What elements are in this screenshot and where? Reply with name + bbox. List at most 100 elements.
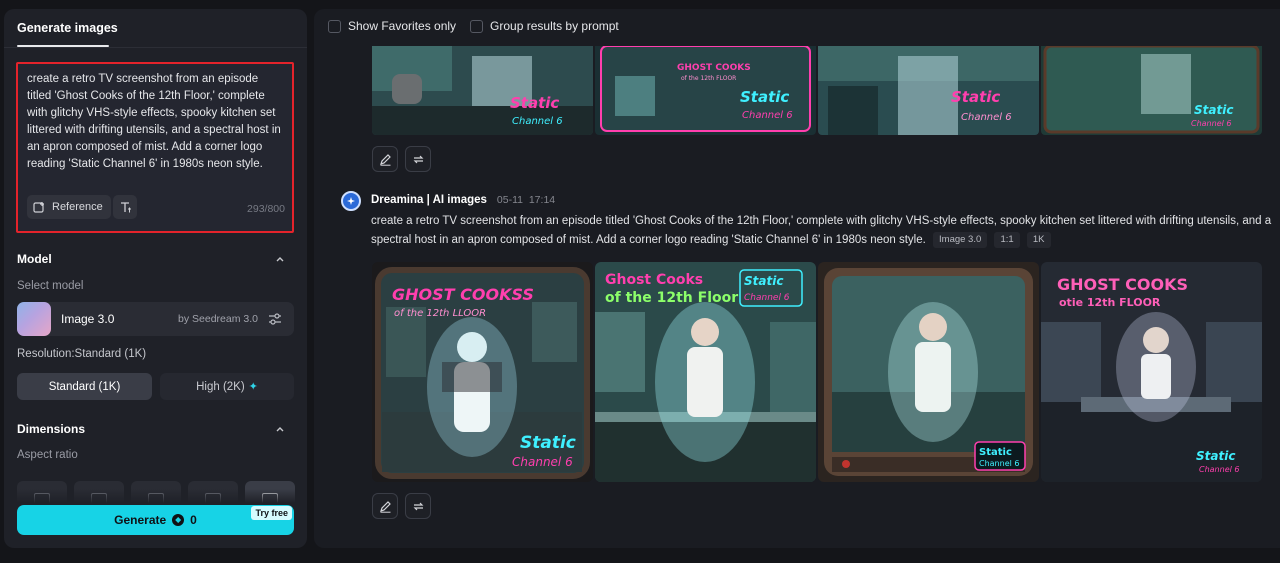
logo-channel-text: Channel 6 — [961, 112, 1012, 123]
entry-prompt: create a retro TV screenshot from an epi… — [371, 212, 1273, 249]
logo-channel-text: Channel 6 — [1191, 119, 1231, 128]
logo-channel-text: Channel 6 — [744, 293, 790, 303]
resolution-standard-button[interactable]: Standard (1K) — [17, 373, 152, 400]
generate-button[interactable]: Generate 0 Try free — [17, 505, 294, 535]
model-selector[interactable]: Image 3.0 by Seedream 3.0 — [17, 302, 294, 336]
previous-image-grid: Static Channel 6 GHOST COOKS of the 12th… — [372, 46, 1262, 135]
select-model-label: Select model — [17, 280, 84, 292]
credit-icon — [172, 514, 185, 526]
ratio-tag: 1:1 — [994, 231, 1020, 248]
chevron-up-icon[interactable] — [275, 424, 285, 434]
settings-sliders-icon[interactable] — [268, 312, 282, 326]
pencil-icon — [379, 153, 391, 166]
logo-channel-text: Channel 6 — [512, 116, 563, 127]
resolution-high-button[interactable]: High (2K) ✦ — [160, 373, 294, 400]
model-provider: by Seedream 3.0 — [178, 313, 258, 325]
logo-static-text: Static — [979, 447, 1012, 458]
model-section-title: Model — [17, 252, 52, 266]
subtitle-text: of the 12th Floor — [605, 290, 738, 306]
subtitle-text: of the 12th LLOOR — [394, 308, 486, 319]
subtitle-text: of the 12th FLOOR — [681, 75, 736, 82]
generated-image[interactable]: Static Channel 6 — [818, 262, 1039, 482]
regenerate-button[interactable] — [405, 146, 431, 172]
sparkle-icon: ✦ — [248, 381, 258, 393]
entry-date-value: 05-11 — [496, 194, 523, 206]
generate-panel: Generate images create a retro TV screen… — [4, 9, 307, 548]
kitchen-image: Static Channel 6 — [1041, 46, 1262, 135]
favorites-checkbox[interactable] — [328, 19, 341, 33]
logo-channel-text: Channel 6 — [512, 455, 573, 469]
edit-button[interactable] — [372, 146, 398, 172]
group-checkbox[interactable] — [470, 19, 484, 33]
logo-static-text: Static — [740, 88, 789, 106]
image-grid: GHOST COOKSS of the 12th LLOOR Static Ch… — [372, 262, 1262, 482]
logo-static-text: Static — [744, 274, 783, 288]
image-add-icon — [33, 201, 44, 213]
try-free-badge: Try free — [251, 506, 292, 520]
generated-image[interactable]: Static Channel 6 — [1041, 46, 1262, 135]
repeat-icon — [413, 155, 423, 163]
favorites-filter[interactable]: Show Favorites only — [328, 19, 456, 33]
kitchen-image: Static Channel 6 — [372, 46, 593, 135]
title-text: GHOST COOKSS — [392, 285, 534, 304]
resolution-tag: 1K — [1026, 231, 1051, 248]
repeat-icon — [413, 502, 423, 510]
logo-channel-text: Channel 6 — [742, 110, 793, 121]
title-text: GHOST COOKS — [677, 63, 751, 73]
generated-image[interactable]: GHOST COOKS otie 12th FLOOR Static Chann… — [1041, 262, 1262, 482]
prompt-text[interactable]: create a retro TV screenshot from an epi… — [27, 71, 285, 173]
logo-channel-text: Channel 6 — [1199, 465, 1239, 474]
subtitle-text: otie 12th FLOOR — [1059, 296, 1161, 309]
logo-static-text: Static — [520, 433, 576, 453]
credit-cost: 0 — [190, 513, 197, 527]
model-name: Image 3.0 — [61, 312, 115, 326]
tab-divider — [4, 47, 307, 48]
generated-image[interactable]: GHOST COOKSS of the 12th LLOOR Static Ch… — [372, 262, 593, 482]
results-filters: Show Favorites only Group results by pro… — [328, 19, 619, 33]
group-filter[interactable]: Group results by prompt — [470, 19, 619, 33]
chevron-up-icon[interactable] — [275, 254, 285, 264]
generate-label: Generate — [114, 513, 167, 527]
tab-generate-images[interactable]: Generate images — [17, 21, 118, 35]
entry-meta: Dreamina | AI images 05-11 17:14 — [371, 194, 555, 206]
logo-static-text: Static — [510, 94, 559, 112]
entry-prompt-text: create a retro TV screenshot from an epi… — [371, 215, 1272, 246]
model-tag: Image 3.0 — [933, 231, 988, 248]
prompt-input[interactable]: create a retro TV screenshot from an epi… — [16, 62, 294, 233]
ghost-chef-image: Ghost Cooks of the 12th Floor Static Cha… — [595, 262, 816, 482]
kitchen-image: Static Channel 6 — [818, 46, 1039, 135]
generated-image[interactable]: Static Channel 6 — [372, 46, 593, 135]
resolution-label: Resolution:Standard (1K) — [17, 348, 147, 360]
resolution-standard-label: Standard (1K) — [48, 380, 121, 393]
regenerate-button[interactable] — [405, 493, 431, 519]
logo-channel-text: Channel 6 — [979, 459, 1019, 468]
ghost-chef-image: GHOST COOKS otie 12th FLOOR Static Chann… — [1041, 262, 1262, 482]
title-text: GHOST COOKS — [1057, 275, 1188, 294]
model-thumbnail — [17, 302, 51, 336]
results-panel: Show Favorites only Group results by pro… — [314, 9, 1280, 548]
entry-author: Dreamina | AI images — [371, 194, 487, 206]
generated-image[interactable]: Static Channel 6 — [818, 46, 1039, 135]
pencil-icon — [379, 500, 391, 513]
resolution-high-label: High (2K) — [196, 380, 245, 393]
dimensions-section-title: Dimensions — [17, 422, 86, 436]
entry-time-value: 17:14 — [528, 194, 556, 206]
text-style-button[interactable] — [113, 195, 137, 219]
favorites-label: Show Favorites only — [348, 19, 457, 33]
scroll-fade — [4, 489, 307, 503]
edit-button[interactable] — [372, 493, 398, 519]
aspect-ratio-label: Aspect ratio — [17, 449, 78, 461]
ghost-chef-image: Static Channel 6 — [818, 262, 1039, 482]
kitchen-image: GHOST COOKS of the 12th FLOOR Static Cha… — [595, 46, 816, 135]
generated-image[interactable]: Ghost Cooks of the 12th Floor Static Cha… — [595, 262, 816, 482]
logo-static-text: Static — [1196, 449, 1235, 463]
dreamina-logo-icon — [341, 191, 361, 211]
reference-button[interactable]: Reference — [27, 195, 111, 219]
character-counter: 293/800 — [247, 203, 285, 215]
title-text: Ghost Cooks — [605, 272, 703, 288]
generated-image[interactable]: GHOST COOKS of the 12th FLOOR Static Cha… — [595, 46, 816, 135]
logo-static-text: Static — [951, 88, 1000, 106]
logo-static-text: Static — [1194, 103, 1233, 117]
ghost-chef-image: GHOST COOKSS of the 12th LLOOR Static Ch… — [372, 262, 593, 482]
reference-label: Reference — [52, 201, 103, 213]
